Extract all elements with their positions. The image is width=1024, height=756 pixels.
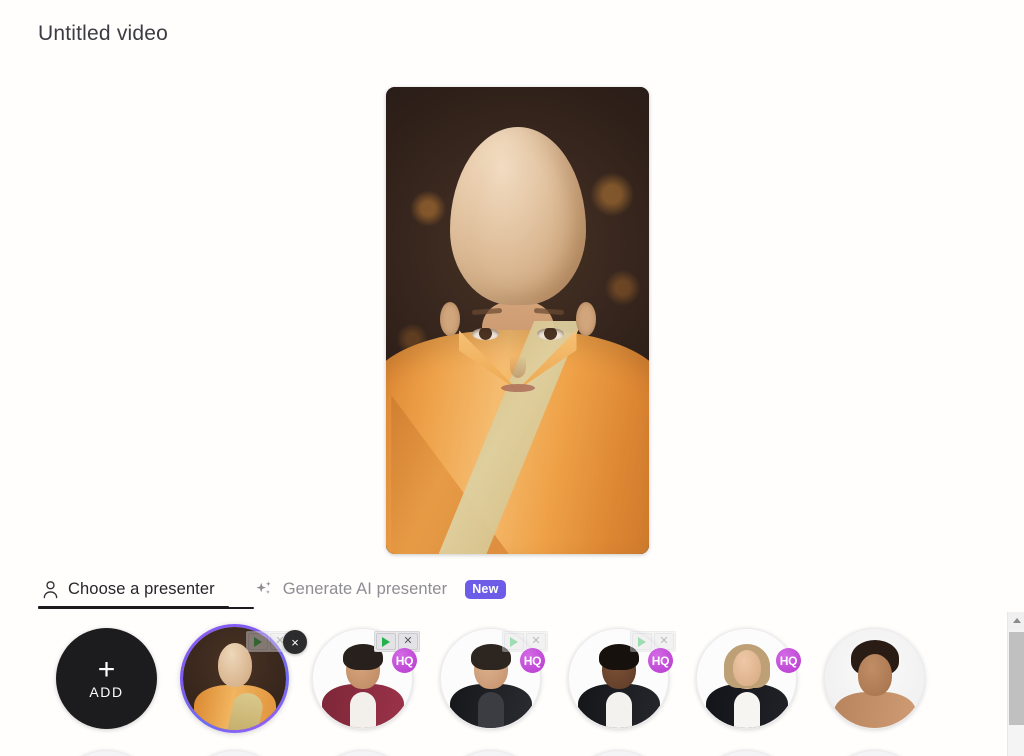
add-presenter-label: ADD <box>89 683 124 700</box>
avatar[interactable] <box>184 750 285 756</box>
tab-generate-ai-presenter[interactable]: Generate AI presenter New <box>251 578 510 608</box>
hq-badge: HQ <box>520 648 545 673</box>
video-preview[interactable] <box>386 87 649 554</box>
figure-ear-left <box>439 301 460 336</box>
avatar-face <box>732 649 761 686</box>
play-button[interactable] <box>376 633 396 650</box>
page-title: Untitled video <box>38 22 169 45</box>
figure-mouth <box>500 383 535 392</box>
hq-badge: HQ <box>392 648 417 673</box>
play-button[interactable] <box>632 633 652 650</box>
presenter-cell: HQ <box>696 628 824 738</box>
scrollbar-thumb[interactable] <box>1009 632 1024 725</box>
tab-choose-presenter[interactable]: Choose a presenter <box>38 578 229 608</box>
presenter-cell: ✕ HQ <box>568 628 696 738</box>
close-icon: ✕ <box>403 635 413 647</box>
avatar[interactable] <box>568 750 669 756</box>
remove-presenter-button[interactable]: × <box>283 630 307 654</box>
tab-generate-ai-presenter-label: Generate AI presenter <box>282 580 448 598</box>
presenter-cell <box>56 750 184 756</box>
active-tab-underline <box>38 607 254 609</box>
avatar[interactable] <box>56 750 157 756</box>
presenter-tabs: Choose a presenter Generate AI presenter… <box>38 578 510 608</box>
presenter-cell <box>312 750 440 756</box>
preview-figure <box>386 87 649 554</box>
presenter-cell <box>184 750 312 756</box>
close-icon: ✕ <box>531 635 541 647</box>
presenter-cell <box>568 750 696 756</box>
scrollbar-track[interactable] <box>1008 725 1024 756</box>
play-icon <box>382 636 390 647</box>
play-icon <box>510 636 518 647</box>
scroll-up-button[interactable] <box>1008 612 1024 629</box>
presenter-cell <box>440 750 568 756</box>
avatar-shirt <box>477 692 504 728</box>
avatar[interactable] <box>440 750 541 756</box>
play-icon <box>638 636 646 647</box>
presenter-row: + ADD ✕ × ✕ HQ ✕ HQ ✕ HQ HQ <box>0 624 978 738</box>
presenter-cell <box>824 750 952 756</box>
figure-eye-right <box>536 327 564 340</box>
avatar-body <box>833 692 916 728</box>
presenter-cell-add: + ADD <box>56 628 184 738</box>
avatar-shirt <box>733 692 760 728</box>
presenter-scrollbar[interactable] <box>1007 612 1024 756</box>
figure-ear-right <box>575 301 596 336</box>
close-icon: ✕ <box>659 635 669 647</box>
sparkle-icon <box>255 580 274 599</box>
presenter-row <box>0 750 978 756</box>
avatar[interactable] <box>824 750 925 756</box>
presenter-cell: ✕ HQ <box>312 628 440 738</box>
add-presenter-button[interactable]: + ADD <box>56 628 157 729</box>
tab-choose-presenter-label: Choose a presenter <box>68 580 215 598</box>
plus-icon: + <box>97 652 116 686</box>
hq-badge: HQ <box>648 648 673 673</box>
presenter-list: + ADD ✕ × ✕ HQ ✕ HQ ✕ HQ HQ <box>0 614 978 756</box>
presenter-cell: ✕ × <box>180 624 312 738</box>
avatar-shirt <box>605 692 632 728</box>
person-icon <box>42 580 59 599</box>
play-button[interactable] <box>248 633 268 650</box>
presenter-cell <box>696 750 824 756</box>
preview-stage <box>0 70 1024 570</box>
app-root: Untitled video Choose a presenter Genera… <box>0 0 1024 756</box>
figure-head <box>449 126 586 305</box>
presenter-cell <box>824 628 952 738</box>
hq-badge: HQ <box>776 648 801 673</box>
presenter-cell: ✕ HQ <box>440 628 568 738</box>
figure-nose <box>509 355 526 378</box>
play-icon <box>254 636 262 647</box>
play-button[interactable] <box>504 633 524 650</box>
status-badge-new: New <box>465 580 506 599</box>
avatar-shirt <box>349 692 376 728</box>
avatar[interactable] <box>824 628 925 729</box>
avatar[interactable] <box>696 628 797 729</box>
avatar-head <box>857 653 892 696</box>
up-arrow-icon <box>1012 618 1021 623</box>
avatar[interactable] <box>696 750 797 756</box>
avatar[interactable] <box>312 750 413 756</box>
figure-eye-left <box>471 327 499 340</box>
